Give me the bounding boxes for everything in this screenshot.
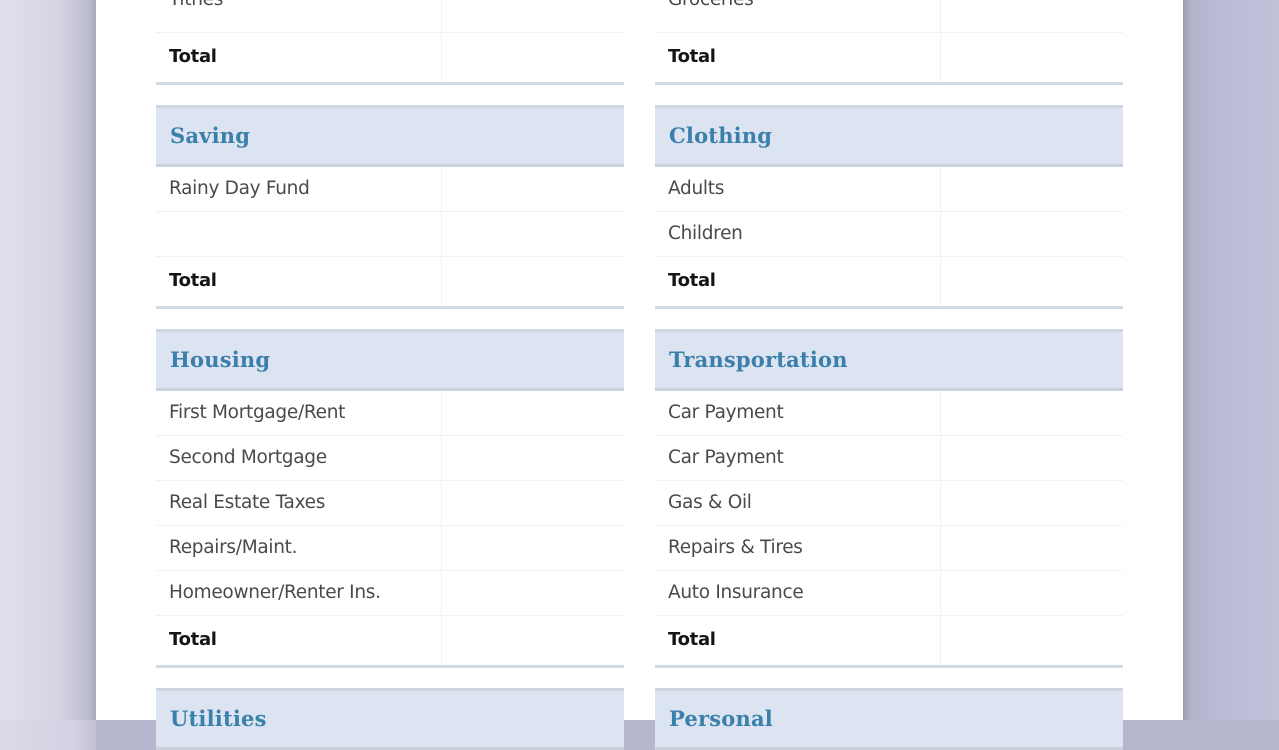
row-label: Homeowner/Renter Ins. <box>169 582 381 603</box>
row-label: Children <box>668 223 743 244</box>
row-label: Rainy Day Fund <box>169 178 310 199</box>
row-label: First Mortgage/Rent <box>169 402 346 423</box>
budget-row[interactable]: Auto Insurance <box>655 571 1123 616</box>
total-row[interactable]: Total <box>156 257 624 309</box>
section-header-saving: Saving <box>156 105 624 167</box>
budget-row[interactable]: Children <box>655 212 1123 257</box>
column-divider <box>441 436 442 480</box>
section-title: Personal <box>669 706 773 731</box>
budget-row[interactable]: Car Payment <box>655 436 1123 481</box>
row-label: Repairs & Tires <box>668 537 803 558</box>
row-label: Auto Insurance <box>668 582 804 603</box>
row-label: Car Payment <box>668 402 784 423</box>
budget-row[interactable]: Gas & Oil <box>655 481 1123 526</box>
section-title: Clothing <box>669 123 773 148</box>
section-header-clothing: Clothing <box>655 105 1123 167</box>
column-divider <box>940 571 941 615</box>
column-divider <box>441 212 442 256</box>
background-left <box>0 0 96 720</box>
column-divider <box>441 0 442 32</box>
row-label: Tithes <box>169 0 223 11</box>
budget-row[interactable]: Homeowner/Renter Ins. <box>156 571 624 616</box>
row-label: Adults <box>668 178 725 199</box>
background-right <box>1183 0 1279 720</box>
section-header-housing: Housing <box>156 329 624 391</box>
total-row[interactable]: Total <box>655 33 1123 85</box>
section-title: Utilities <box>170 706 267 731</box>
row-label: Car Payment <box>668 447 784 468</box>
section-title: Transportation <box>669 347 848 372</box>
row-label: Gas & Oil <box>668 492 752 513</box>
row-label: Real Estate Taxes <box>169 492 326 513</box>
section-header-transportation: Transportation <box>655 329 1123 391</box>
section-title: Saving <box>170 123 251 148</box>
column-divider <box>940 616 941 665</box>
column-divider <box>441 257 442 306</box>
column-divider <box>441 33 442 82</box>
column-divider <box>940 33 941 82</box>
total-row[interactable]: Total <box>156 33 624 85</box>
total-label: Total <box>668 270 716 291</box>
budget-row[interactable]: Repairs/Maint. <box>156 526 624 571</box>
column-divider <box>940 0 941 32</box>
column-divider <box>940 436 941 480</box>
total-label: Total <box>668 629 716 650</box>
row-label: Second Mortgage <box>169 447 327 468</box>
row-label: Groceries <box>668 0 754 11</box>
budget-row[interactable]: Real Estate Taxes <box>156 481 624 526</box>
column-divider <box>441 571 442 615</box>
budget-row[interactable]: First Mortgage/Rent <box>156 391 624 436</box>
column-divider <box>940 167 941 211</box>
column-divider <box>940 391 941 435</box>
row-label: Repairs/Maint. <box>169 537 298 558</box>
total-row[interactable]: Total <box>655 257 1123 309</box>
column-divider <box>940 481 941 525</box>
total-label: Total <box>668 46 716 67</box>
total-row[interactable]: Total <box>655 616 1123 668</box>
budget-row[interactable]: Tithes <box>156 0 624 33</box>
column-divider <box>940 526 941 570</box>
budget-row[interactable]: Repairs & Tires <box>655 526 1123 571</box>
left-column: Tithes Total Saving Rainy Day Fund Total… <box>156 0 624 750</box>
budget-row[interactable]: Groceries <box>655 0 1123 33</box>
section-header-utilities: Utilities <box>156 688 624 750</box>
column-divider <box>441 616 442 665</box>
budget-row[interactable]: Adults <box>655 167 1123 212</box>
column-divider <box>940 212 941 256</box>
column-divider <box>441 481 442 525</box>
column-divider <box>441 391 442 435</box>
budget-row[interactable] <box>156 212 624 257</box>
right-column: Groceries Total Clothing Adults Children… <box>655 0 1123 750</box>
column-divider <box>940 257 941 306</box>
budget-row[interactable]: Rainy Day Fund <box>156 167 624 212</box>
column-divider <box>441 167 442 211</box>
total-row[interactable]: Total <box>156 616 624 668</box>
total-label: Total <box>169 46 217 67</box>
budget-row[interactable]: Car Payment <box>655 391 1123 436</box>
section-title: Housing <box>170 347 271 372</box>
budget-row[interactable]: Second Mortgage <box>156 436 624 481</box>
section-header-personal: Personal <box>655 688 1123 750</box>
total-label: Total <box>169 270 217 291</box>
column-divider <box>441 526 442 570</box>
total-label: Total <box>169 629 217 650</box>
budget-worksheet-page: Tithes Total Saving Rainy Day Fund Total… <box>96 0 1183 750</box>
